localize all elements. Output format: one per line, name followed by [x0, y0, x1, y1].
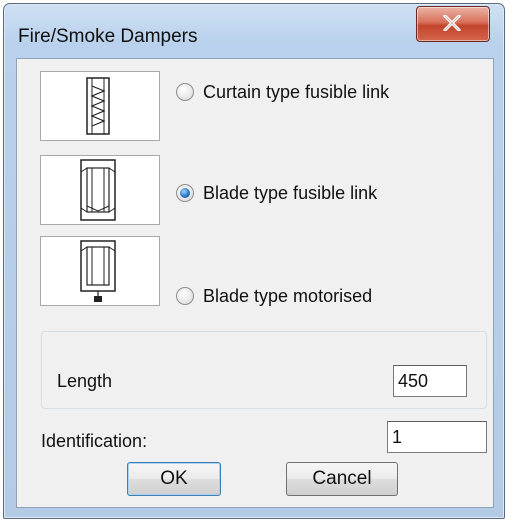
curtain-damper-icon	[40, 71, 160, 141]
title-bar[interactable]: Fire/Smoke Dampers	[4, 4, 504, 58]
close-icon	[443, 15, 461, 31]
length-input[interactable]: 450	[393, 365, 467, 397]
radio-blade-motorised[interactable]	[176, 287, 194, 305]
option-curtain-label: Curtain type fusible link	[203, 81, 390, 102]
length-label: Length	[57, 371, 113, 391]
dialog-content: Curtain type fusible link Blade type fus…	[16, 58, 494, 508]
identification-input[interactable]: 1	[387, 421, 487, 453]
close-button[interactable]	[416, 6, 490, 42]
ok-button[interactable]: OK	[127, 462, 221, 496]
window-title: Fire/Smoke Dampers	[18, 26, 198, 47]
dialog-window: Fire/Smoke Dampers Curtain type fusible …	[3, 3, 505, 519]
option-blade-motorised-label: Blade type motorised	[203, 285, 373, 306]
option-curtain-fusible[interactable]: Curtain type fusible link	[176, 80, 389, 104]
cancel-button[interactable]: Cancel	[286, 462, 398, 496]
radio-blade-fusible[interactable]	[176, 184, 194, 202]
option-blade-motorised[interactable]: Blade type motorised	[176, 284, 372, 308]
blade-damper-icon	[40, 155, 160, 225]
motorised-damper-icon	[40, 236, 160, 306]
identification-label: Identification:	[41, 431, 148, 451]
option-blade-fusible[interactable]: Blade type fusible link	[176, 181, 377, 205]
radio-curtain-fusible[interactable]	[176, 83, 194, 101]
option-blade-fusible-label: Blade type fusible link	[203, 182, 378, 203]
